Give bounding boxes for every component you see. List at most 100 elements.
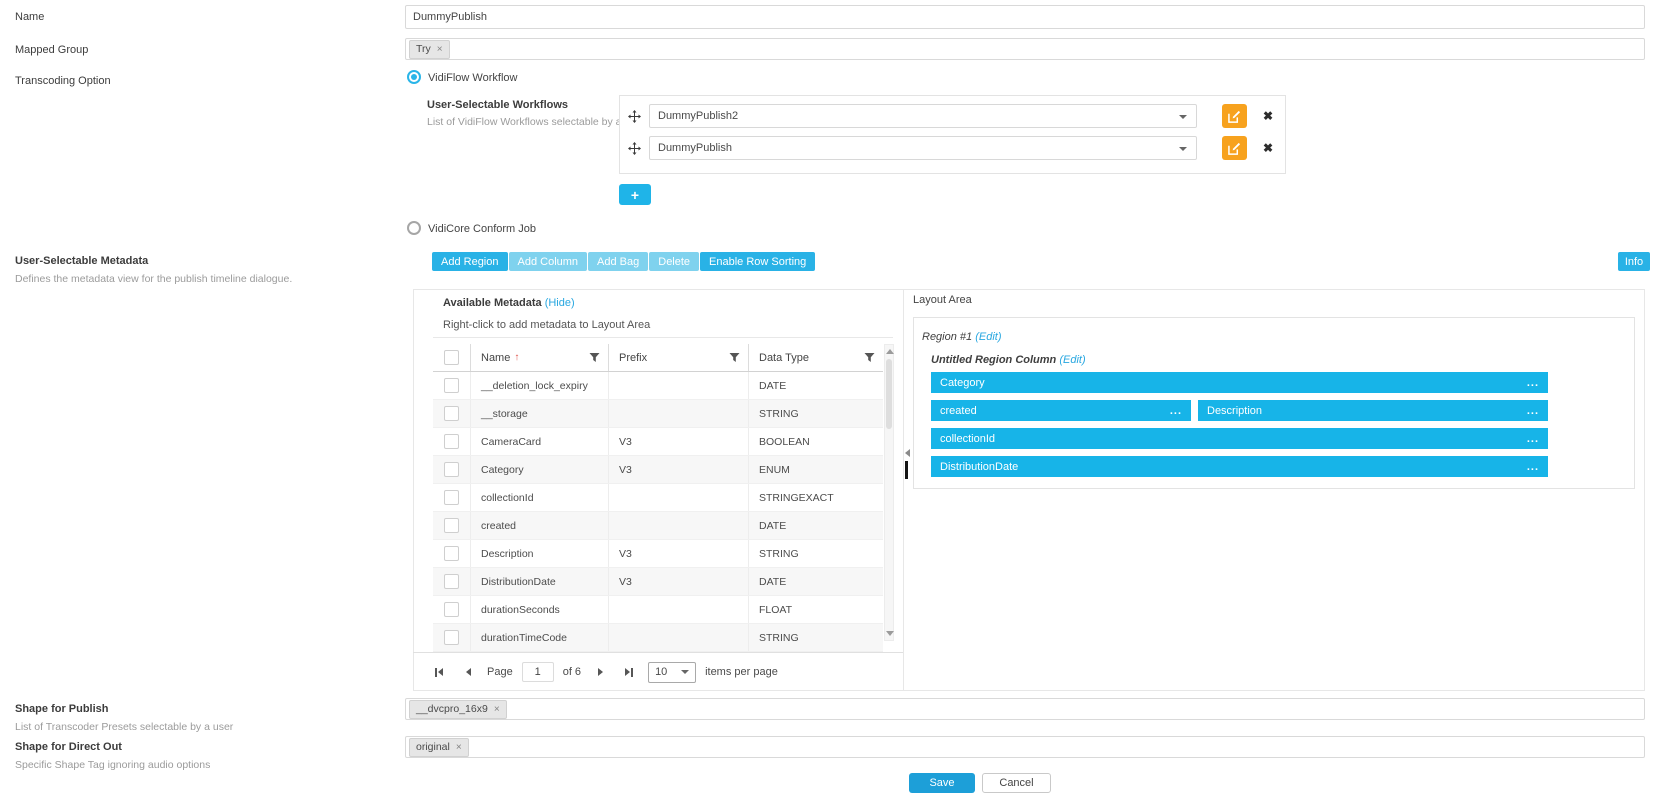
shape-publish-tag[interactable]: __dvcpro_16x9 ×: [409, 700, 507, 719]
previous-page-button[interactable]: [458, 662, 478, 682]
info-button[interactable]: Info: [1618, 252, 1650, 271]
radio-vidiflow-workflow[interactable]: [407, 70, 421, 84]
radio-vidicore-conform-job-label: VidiCore Conform Job: [428, 223, 536, 235]
layout-field-description[interactable]: Description ...: [1198, 400, 1548, 421]
layout-field-label: Category: [940, 377, 985, 389]
scrollbar-thumb[interactable]: [886, 359, 892, 429]
row-checkbox[interactable]: [444, 518, 459, 533]
page-number-input[interactable]: [522, 662, 554, 682]
cell-name: CameraCard: [470, 428, 608, 455]
filter-icon[interactable]: [864, 352, 875, 363]
layout-field-category[interactable]: Category ...: [931, 372, 1548, 393]
row-checkbox[interactable]: [444, 630, 459, 645]
shape-publish-input[interactable]: __dvcpro_16x9 ×: [405, 698, 1645, 720]
cell-datatype: DATE: [748, 512, 883, 539]
name-input[interactable]: [405, 5, 1645, 29]
scroll-down-icon[interactable]: [886, 631, 894, 636]
row-checkbox[interactable]: [444, 378, 459, 393]
workflow-edit-button[interactable]: [1222, 136, 1247, 160]
table-row[interactable]: durationTimeCode STRING: [433, 624, 883, 652]
row-checkbox[interactable]: [444, 490, 459, 505]
region-column-edit-link[interactable]: (Edit): [1059, 354, 1085, 366]
table-row[interactable]: DistributionDate V3 DATE: [433, 568, 883, 596]
mapped-group-tag[interactable]: Try ×: [409, 40, 450, 59]
row-checkbox[interactable]: [444, 574, 459, 589]
hide-link[interactable]: (Hide): [545, 297, 575, 309]
layout-field-collectionid[interactable]: collectionId ...: [931, 428, 1548, 449]
field-options-icon[interactable]: ...: [1527, 405, 1539, 417]
table-row[interactable]: durationSeconds FLOAT: [433, 596, 883, 624]
cell-name: Category: [470, 456, 608, 483]
add-region-button[interactable]: Add Region: [432, 252, 508, 271]
field-options-icon[interactable]: ...: [1527, 377, 1539, 389]
save-button[interactable]: Save: [909, 773, 975, 793]
filter-icon[interactable]: [729, 352, 740, 363]
column-header-name[interactable]: Name ↑: [470, 344, 608, 371]
page-size-select[interactable]: 10: [648, 662, 696, 683]
table-row[interactable]: CameraCard V3 BOOLEAN: [433, 428, 883, 456]
layout-field-label: collectionId: [940, 433, 995, 445]
shape-direct-input[interactable]: original ×: [405, 736, 1645, 758]
items-per-page-label: items per page: [705, 666, 778, 678]
shape-publish-label: Shape for Publish: [15, 703, 109, 715]
layout-field-distributiondate[interactable]: DistributionDate ...: [931, 456, 1548, 477]
workflow-select[interactable]: DummyPublish: [649, 136, 1197, 160]
tag-remove-icon[interactable]: ×: [494, 704, 500, 715]
delete-button[interactable]: Delete: [649, 252, 699, 271]
workflow-select[interactable]: DummyPublish2: [649, 104, 1197, 128]
shape-direct-tag[interactable]: original ×: [409, 738, 469, 757]
table-row[interactable]: Description V3 STRING: [433, 540, 883, 568]
select-all-checkbox[interactable]: [444, 350, 459, 365]
add-bag-button[interactable]: Add Bag: [588, 252, 648, 271]
cell-name: Description: [470, 540, 608, 567]
table-row[interactable]: __deletion_lock_expiry DATE: [433, 372, 883, 400]
workflow-delete-icon[interactable]: ✖: [1263, 141, 1273, 155]
move-icon[interactable]: [628, 142, 641, 155]
cancel-button[interactable]: Cancel: [982, 773, 1051, 793]
cell-name: DistributionDate: [470, 568, 608, 595]
chevron-down-icon: [681, 670, 689, 674]
add-column-button[interactable]: Add Column: [509, 252, 588, 271]
cell-datatype: ENUM: [748, 456, 883, 483]
workflow-select-value: DummyPublish: [658, 142, 732, 154]
row-checkbox[interactable]: [444, 462, 459, 477]
cell-name: __deletion_lock_expiry: [470, 372, 608, 399]
scroll-up-icon[interactable]: [886, 349, 894, 354]
tag-remove-icon[interactable]: ×: [456, 742, 462, 753]
column-header-prefix[interactable]: Prefix: [608, 344, 748, 371]
mapped-group-input[interactable]: Try ×: [405, 38, 1645, 60]
field-options-icon[interactable]: ...: [1170, 405, 1182, 417]
tag-remove-icon[interactable]: ×: [437, 44, 443, 55]
table-row[interactable]: created DATE: [433, 512, 883, 540]
name-label: Name: [15, 11, 44, 23]
filter-icon[interactable]: [589, 352, 600, 363]
row-checkbox[interactable]: [444, 434, 459, 449]
enable-row-sorting-button[interactable]: Enable Row Sorting: [700, 252, 815, 271]
table-row[interactable]: Category V3 ENUM: [433, 456, 883, 484]
layout-field-created[interactable]: created ...: [931, 400, 1191, 421]
collapse-panel-icon[interactable]: [905, 449, 910, 457]
column-header-datatype[interactable]: Data Type: [748, 344, 883, 371]
add-workflow-button[interactable]: +: [619, 184, 651, 205]
last-page-button[interactable]: [619, 662, 639, 682]
cell-datatype: DATE: [748, 568, 883, 595]
workflow-delete-icon[interactable]: ✖: [1263, 109, 1273, 123]
table-row[interactable]: collectionId STRINGEXACT: [433, 484, 883, 512]
available-metadata-title-text: Available Metadata: [443, 297, 542, 309]
layout-field-label: Description: [1207, 405, 1262, 417]
page-size-value: 10: [655, 666, 667, 678]
table-row[interactable]: __storage STRING: [433, 400, 883, 428]
row-checkbox[interactable]: [444, 546, 459, 561]
field-options-icon[interactable]: ...: [1527, 433, 1539, 445]
first-page-button[interactable]: [429, 662, 449, 682]
region-edit-link[interactable]: (Edit): [975, 331, 1001, 343]
field-options-icon[interactable]: ...: [1527, 461, 1539, 473]
move-icon[interactable]: [628, 110, 641, 123]
row-checkbox[interactable]: [444, 602, 459, 617]
workflow-edit-button[interactable]: [1222, 104, 1247, 128]
next-page-button[interactable]: [590, 662, 610, 682]
row-checkbox[interactable]: [444, 406, 459, 421]
radio-vidicore-conform-job[interactable]: [407, 221, 421, 235]
cell-datatype: STRINGEXACT: [748, 484, 883, 511]
table-scrollbar[interactable]: [884, 344, 894, 641]
